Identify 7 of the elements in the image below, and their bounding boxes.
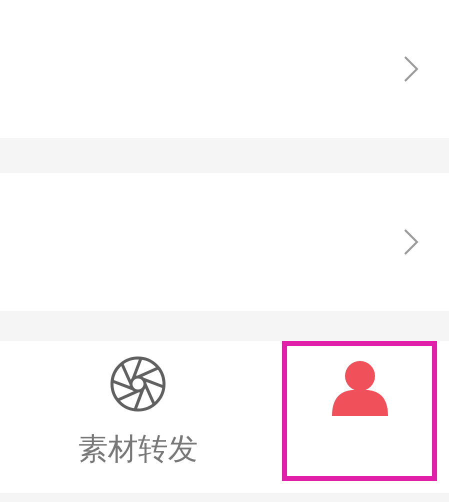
list-row[interactable] [0, 0, 449, 138]
list-row[interactable] [0, 173, 449, 311]
aperture-icon [109, 355, 167, 413]
chevron-icon [403, 228, 419, 256]
person-icon [330, 360, 390, 418]
tab[interactable] [282, 341, 437, 481]
chevron-icon [403, 55, 419, 83]
